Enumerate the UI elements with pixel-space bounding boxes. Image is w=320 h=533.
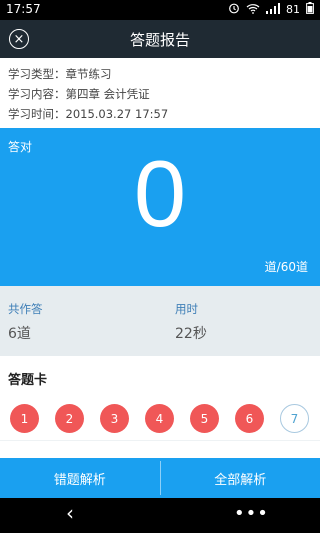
action-bar: 错题解析 全部解析	[0, 458, 320, 498]
stats-panel: 共作答 6道 用时 22秒	[0, 286, 320, 356]
status-bar: 17:57 81	[0, 0, 320, 20]
question-bubble-6[interactable]: 6	[235, 404, 264, 433]
back-icon[interactable]: ‹	[66, 503, 74, 523]
study-time: 学习时间：2015.03.27 17:57	[8, 107, 169, 121]
battery-icon	[306, 2, 314, 17]
status-time: 17:57	[6, 2, 41, 16]
time-value: 22秒	[175, 326, 207, 342]
more-icon[interactable]: •••	[234, 505, 269, 523]
page-title: 答题报告	[129, 31, 190, 49]
score-panel: 答对 0 道/60道	[0, 128, 320, 286]
question-bubble-5[interactable]: 5	[190, 404, 219, 433]
battery-level: 81	[286, 3, 300, 16]
answer-card-grid: 1 2 3 4 5 6 7	[10, 404, 314, 434]
question-bubble-1[interactable]: 1	[10, 404, 39, 433]
question-bubble-7[interactable]: 7	[280, 404, 309, 433]
question-bubble-3[interactable]: 3	[100, 404, 129, 433]
answered-stat: 共作答 6道	[8, 301, 43, 343]
answered-label: 共作答	[8, 302, 43, 316]
all-analysis-button[interactable]: 全部解析	[161, 458, 320, 498]
time-label: 用时	[175, 302, 198, 316]
total-questions: 道/60道	[264, 260, 308, 274]
question-bubble-2[interactable]: 2	[55, 404, 84, 433]
alarm-icon	[228, 2, 240, 17]
correct-count: 0	[133, 141, 187, 246]
signal-icon	[266, 2, 280, 17]
study-info: 学习类型：章节练习 学习内容：第四章 会计凭证 学习时间：2015.03.27 …	[8, 64, 308, 124]
title-bar: × 答题报告	[0, 20, 320, 58]
wrong-analysis-button[interactable]: 错题解析	[0, 458, 160, 498]
status-icons: 81	[228, 2, 314, 17]
answer-card-title: 答题卡	[8, 373, 48, 388]
answered-value: 6道	[8, 326, 31, 342]
system-nav-bar: ‹ •••	[0, 498, 320, 533]
study-content: 学习内容：第四章 会计凭证	[8, 87, 150, 101]
divider	[0, 440, 320, 441]
wifi-icon	[246, 3, 260, 17]
question-bubble-4[interactable]: 4	[145, 404, 174, 433]
study-type: 学习类型：章节练习	[8, 67, 112, 81]
time-stat: 用时 22秒	[175, 301, 207, 343]
